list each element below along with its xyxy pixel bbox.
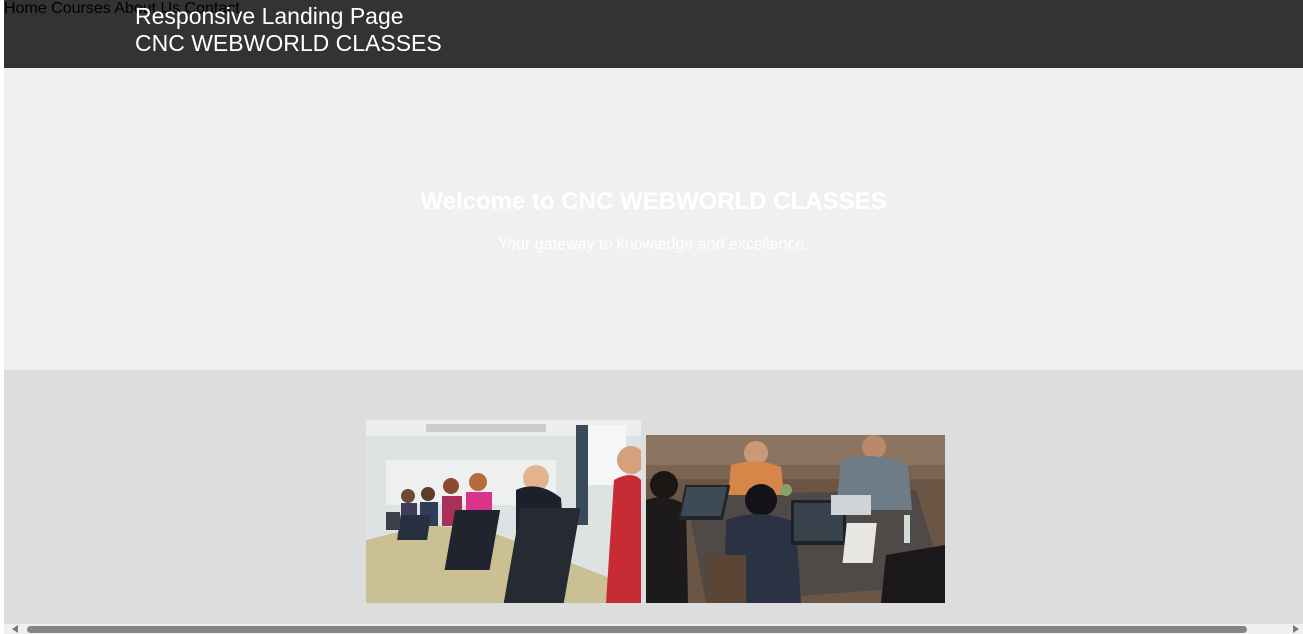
team-working-laptops-photo <box>646 435 945 603</box>
brand: Responsive Landing Page CNC WEBWORLD CLA… <box>135 3 442 57</box>
site-title: Responsive Landing Page <box>135 3 404 29</box>
scrollbar-thumb[interactable] <box>27 626 1247 633</box>
hero-subtitle: Your gateway to knowledge and excellence… <box>498 236 809 253</box>
page-left-edge <box>0 0 4 634</box>
scroll-left-arrow-icon[interactable] <box>12 625 18 633</box>
nav-home-link[interactable]: Home <box>4 0 47 17</box>
hero-section: Welcome to CNC WEBWORLD CLASSES Your gat… <box>4 68 1303 370</box>
site-header: Responsive Landing Page CNC WEBWORLD CLA… <box>4 0 1303 68</box>
scroll-right-arrow-icon[interactable] <box>1293 625 1299 633</box>
horizontal-scrollbar[interactable] <box>4 624 1303 634</box>
site-subtitle: CNC WEBWORLD CLASSES <box>135 30 442 56</box>
image-gallery <box>4 370 1303 624</box>
classroom-students-laptops-photo <box>366 420 641 603</box>
nav-courses-link[interactable]: Courses <box>51 0 111 17</box>
hero-title: Welcome to CNC WEBWORLD CLASSES <box>420 188 887 215</box>
